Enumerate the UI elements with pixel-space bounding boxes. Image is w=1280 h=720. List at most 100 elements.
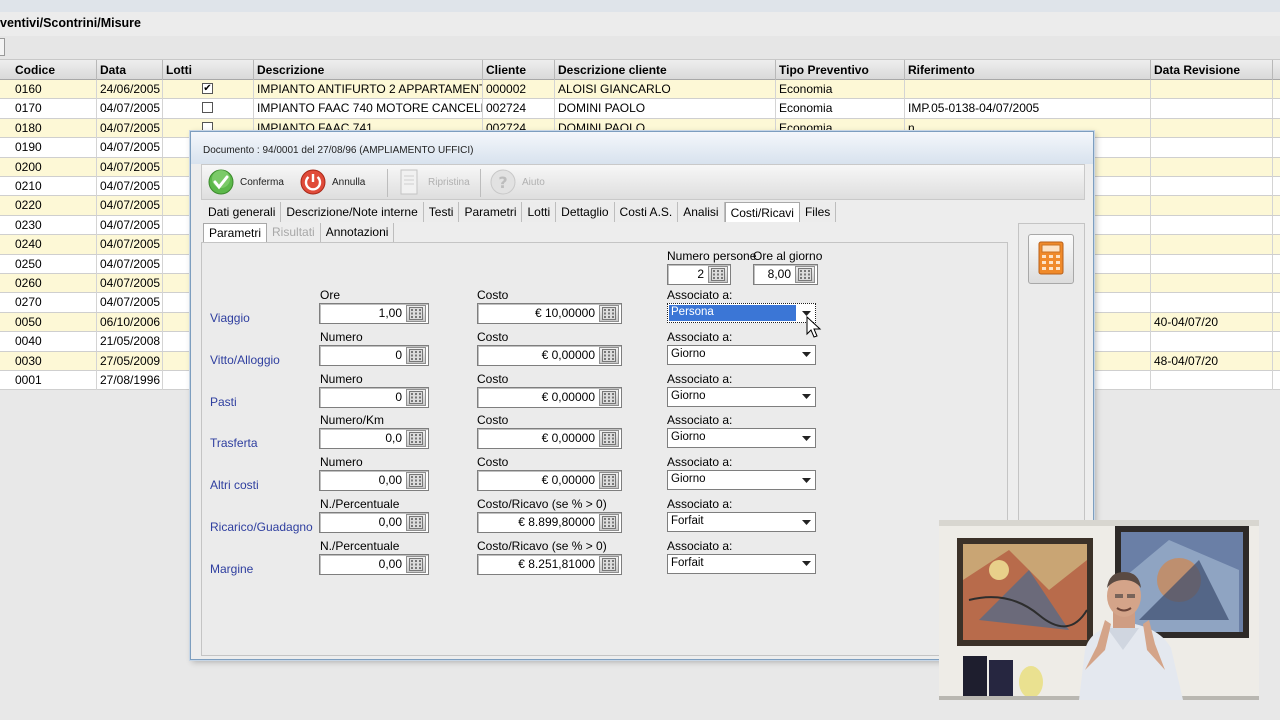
pasti-assoc-select[interactable]: Giorno xyxy=(667,386,816,407)
lotti-checkbox[interactable]: ✔ xyxy=(202,83,213,94)
altri-costi-qty-label: Numero xyxy=(320,455,363,470)
annulla-button[interactable]: Annulla xyxy=(298,165,365,199)
col-descrizione-header[interactable]: Descrizione xyxy=(254,60,483,80)
tab-dettaglio[interactable]: Dettaglio xyxy=(556,202,615,222)
calculator-icon[interactable] xyxy=(406,305,426,322)
calculator-icon[interactable] xyxy=(599,346,619,364)
parametri-panel: Numero persone 2 Ore al giorno 8,00 Viag… xyxy=(201,242,1008,656)
chevron-down-icon[interactable] xyxy=(798,430,814,447)
tab-parametri[interactable]: Parametri xyxy=(459,202,523,222)
viaggio-cost-field[interactable]: € 10,00000 xyxy=(477,303,622,324)
vitto-alloggio-qty-field[interactable]: 0 xyxy=(319,344,429,366)
tab-costi-a-s-[interactable]: Costi A.S. xyxy=(614,202,679,222)
pasti-qty-field[interactable]: 0 xyxy=(319,386,429,408)
tab-costi-ricavi[interactable]: Costi/Ricavi xyxy=(724,202,800,222)
vitto-alloggio-cost-field[interactable]: € 0,00000 xyxy=(477,344,622,366)
calculator-icon[interactable] xyxy=(406,388,426,406)
tab-descrizione-note-interne[interactable]: Descrizione/Note interne xyxy=(281,202,424,222)
altri-costi-assoc-select[interactable]: Giorno xyxy=(667,470,816,491)
chevron-down-icon[interactable] xyxy=(798,346,814,363)
webcam-inset xyxy=(939,520,1259,700)
tab-files[interactable]: Files xyxy=(799,202,837,222)
ricarico-guadagno-cost-field[interactable]: € 8.899,80000 xyxy=(477,512,622,533)
ricarico-guadagno-cost-label: Costo/Ricavo (se % > 0) xyxy=(477,497,607,511)
viaggio-assoc-value: Persona xyxy=(669,305,796,321)
lotti-checkbox[interactable] xyxy=(202,102,213,114)
altri-costi-cost-field[interactable]: € 0,00000 xyxy=(477,470,622,492)
col-codice-cell: 0170 xyxy=(12,99,97,119)
subtab-risultati[interactable]: Risultati xyxy=(267,223,321,242)
tab-lotti[interactable]: Lotti xyxy=(522,202,557,222)
vitto-alloggio-assoc-label: Associato a: xyxy=(667,329,733,344)
vitto-alloggio-qty-label: Numero xyxy=(320,329,363,344)
col-lotti-header[interactable]: Lotti xyxy=(163,60,254,80)
calculator-icon[interactable] xyxy=(599,555,619,573)
pasti-cost-field[interactable]: € 0,00000 xyxy=(477,386,622,408)
altri-costi-label: Altri costi xyxy=(210,478,259,493)
col-cliente-cell: 000002 xyxy=(483,80,555,99)
chevron-down-icon[interactable] xyxy=(798,555,814,572)
col-riferimento-header[interactable]: Riferimento xyxy=(905,60,1151,80)
trasferta-qty-field[interactable]: 0,0 xyxy=(319,428,429,450)
calculator-icon[interactable] xyxy=(795,266,815,283)
margine-qty-field[interactable]: 0,00 xyxy=(319,553,429,575)
col-descrizione-cliente-header[interactable]: Descrizione cliente xyxy=(555,60,776,80)
col-data-cell: 04/07/2005 xyxy=(97,138,163,158)
col-data-cell: 21/05/2008 xyxy=(97,332,163,352)
calculator-icon[interactable] xyxy=(708,266,728,283)
ripristina-button[interactable]: Ripristina xyxy=(394,165,470,199)
calculator-icon[interactable] xyxy=(599,472,619,490)
subtab-parametri[interactable]: Parametri xyxy=(203,223,268,242)
tab-dati-generali[interactable]: Dati generali xyxy=(203,202,282,222)
col-data-cell: 04/07/2005 xyxy=(97,254,163,274)
viaggio-qty-field[interactable]: 1,00 xyxy=(319,303,429,324)
col-codice-header[interactable]: Codice xyxy=(12,60,97,80)
tab-analisi[interactable]: Analisi xyxy=(678,202,725,222)
margine-cost-field[interactable]: € 8.251,81000 xyxy=(477,553,622,575)
calculator-icon[interactable] xyxy=(406,346,426,364)
calculator-icon[interactable] xyxy=(406,555,426,573)
tab-testi[interactable]: Testi xyxy=(423,202,460,222)
calculator-icon[interactable] xyxy=(599,430,619,448)
chevron-down-icon[interactable] xyxy=(798,388,814,405)
calculator-icon[interactable] xyxy=(406,472,426,490)
numero-persone-field[interactable]: 2 xyxy=(667,264,731,285)
col-tipo-preventivo-header[interactable]: Tipo Preventivo xyxy=(776,60,905,80)
chevron-down-icon[interactable] xyxy=(798,472,814,489)
col-cliente-header[interactable]: Cliente xyxy=(483,60,555,80)
ricarico-guadagno-cost-value: € 8.899,80000 xyxy=(518,515,595,529)
vitto-alloggio-assoc-select[interactable]: Giorno xyxy=(667,344,816,365)
viaggio-assoc-select[interactable]: Persona xyxy=(667,303,816,323)
margine-assoc-select[interactable]: Forfait xyxy=(667,553,816,574)
calculator-icon[interactable] xyxy=(406,514,426,531)
trasferta-assoc-select[interactable]: Giorno xyxy=(667,428,816,449)
viaggio-qty-label: Ore xyxy=(320,288,341,302)
calculator-icon[interactable] xyxy=(599,514,619,531)
toolbar-separator xyxy=(480,169,481,197)
calculator-icon[interactable] xyxy=(599,305,619,322)
trasferta-qty-value: 0,0 xyxy=(385,431,402,446)
col-cliente-cell: 002724 xyxy=(483,99,555,119)
col-codice-cell: 0040 xyxy=(12,332,97,352)
margine-cost-value: € 8.251,81000 xyxy=(518,556,595,571)
table-row[interactable]: 0170 04/07/2005 IMPIANTO FAAC 740 MOTORE C… xyxy=(0,99,1280,119)
altri-costi-cost-label: Costo xyxy=(477,455,509,470)
col-codice-cell: 0230 xyxy=(12,215,97,235)
col-data-header[interactable]: Data xyxy=(97,60,163,80)
ricarico-guadagno-assoc-select[interactable]: Forfait xyxy=(667,512,816,532)
toolbar-stub[interactable] xyxy=(0,38,5,56)
ricarico-guadagno-qty-field[interactable]: 0,00 xyxy=(319,512,429,533)
col-data-revisione-header[interactable]: Data Revisione xyxy=(1151,60,1273,80)
aiuto-button[interactable]: ? Aiuto xyxy=(488,165,545,199)
top-band xyxy=(0,0,1280,12)
calculator-button[interactable] xyxy=(1028,234,1074,284)
subtab-annotazioni[interactable]: Annotazioni xyxy=(321,223,395,242)
conferma-button[interactable]: Conferma xyxy=(206,165,284,199)
table-row[interactable]: 0160 24/06/2005 ✔ IMPIANTO ANTIFURTO 2 APPA… xyxy=(0,80,1280,100)
trasferta-cost-field[interactable]: € 0,00000 xyxy=(477,428,622,450)
chevron-down-icon[interactable] xyxy=(798,514,814,530)
ore-giorno-field[interactable]: 8,00 xyxy=(753,264,818,285)
altri-costi-qty-field[interactable]: 0,00 xyxy=(319,470,429,492)
calculator-icon[interactable] xyxy=(406,430,426,448)
calculator-icon[interactable] xyxy=(599,388,619,406)
